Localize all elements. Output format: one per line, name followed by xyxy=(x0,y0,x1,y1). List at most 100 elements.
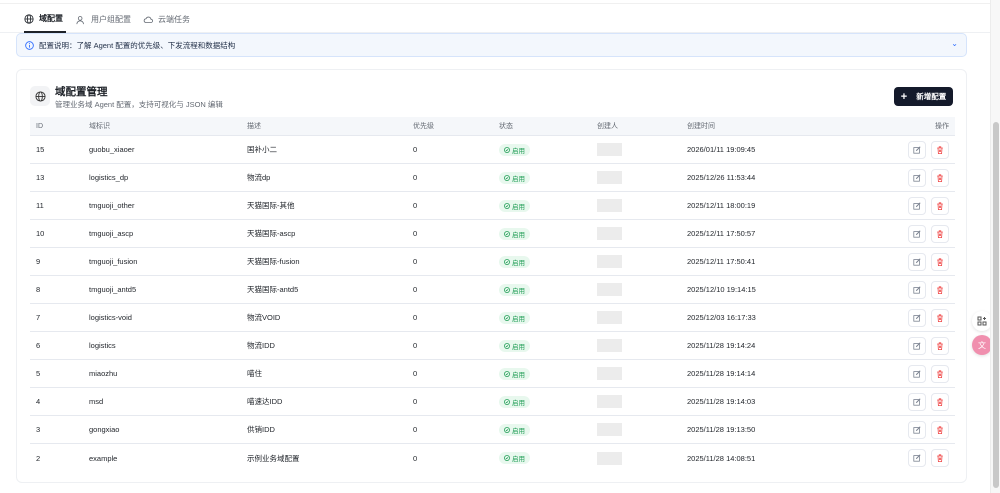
table-row: 8 tmguoji_antd5 天猫国际-antd5 0 启用 2025/12/… xyxy=(30,276,955,304)
edit-icon xyxy=(913,257,921,266)
edit-button[interactable] xyxy=(908,168,926,187)
status-badge: 启用 xyxy=(499,311,530,324)
cell-key: logistics xyxy=(89,341,116,350)
cell-status: 启用 xyxy=(499,388,530,415)
status-label: 启用 xyxy=(512,371,525,379)
trash-icon xyxy=(937,173,943,182)
cell-key: logistics_dp xyxy=(89,173,129,182)
scrollbar-thumb[interactable] xyxy=(993,122,999,488)
cell-key: example xyxy=(89,453,118,463)
edit-button[interactable] xyxy=(908,449,926,467)
delete-button[interactable] xyxy=(931,336,949,355)
trash-icon xyxy=(937,201,943,210)
delete-button[interactable] xyxy=(931,392,949,411)
cell-time: 2025/11/28 19:14:03 xyxy=(687,397,756,406)
delete-button[interactable] xyxy=(931,196,949,215)
translate-fab-button[interactable]: 文 xyxy=(972,335,992,355)
status-label: 启用 xyxy=(512,427,525,435)
redacted-creator xyxy=(597,451,622,465)
cell-ops xyxy=(903,192,949,219)
trash-icon xyxy=(937,369,943,378)
delete-button[interactable] xyxy=(931,224,949,243)
status-label: 启用 xyxy=(512,287,525,295)
check-circle-icon xyxy=(504,342,510,349)
cell-time: 2025/11/28 19:13:50 xyxy=(687,425,756,434)
trash-icon xyxy=(937,285,943,294)
plus-icon: + xyxy=(900,90,908,103)
cell-creator xyxy=(597,332,622,359)
cell-time: 2025/11/28 19:14:24 xyxy=(687,341,756,350)
delete-button[interactable] xyxy=(931,140,949,159)
redacted-creator xyxy=(597,339,622,352)
header-priority: 优先级 xyxy=(413,123,434,130)
trash-icon xyxy=(937,454,943,462)
cell-creator xyxy=(597,220,622,247)
check-circle-icon xyxy=(504,426,510,433)
add-config-label: 新增配置 xyxy=(916,92,947,101)
tab-label: 云端任务 xyxy=(158,15,190,24)
chevron-down-icon[interactable]: ⌄ xyxy=(951,39,958,48)
delete-button[interactable] xyxy=(931,420,949,439)
edit-button[interactable] xyxy=(908,336,926,355)
cell-desc: 天猫国际-其他 xyxy=(247,201,295,210)
check-circle-icon xyxy=(504,286,510,293)
cell-ops xyxy=(903,416,949,443)
tab-cloud-tasks[interactable]: 云端任务 xyxy=(143,6,190,33)
delete-button[interactable] xyxy=(931,364,949,383)
cell-desc: 物流dp xyxy=(247,173,271,182)
users-icon xyxy=(76,15,84,24)
cell-id: 11 xyxy=(36,201,44,210)
cell-creator xyxy=(597,416,622,443)
header-ops: 操作 xyxy=(935,123,949,130)
grid-icon xyxy=(977,316,987,326)
check-circle-icon xyxy=(504,174,510,181)
edit-icon xyxy=(913,173,921,182)
cell-priority: 0 xyxy=(413,397,418,406)
status-badge: 启用 xyxy=(499,171,530,184)
status-label: 启用 xyxy=(512,456,525,463)
table-row: 4 msd 喵速达IDD 0 启用 2025/11/28 19:14:03 xyxy=(30,388,955,416)
edit-button[interactable] xyxy=(908,280,926,299)
add-config-button[interactable]: + 新增配置 xyxy=(894,87,953,106)
cell-priority: 0 xyxy=(413,173,418,182)
cell-ops xyxy=(903,360,949,387)
check-circle-icon xyxy=(504,230,510,237)
delete-button[interactable] xyxy=(931,252,949,271)
table-row: 2 example 示例业务域配置 0 启用 2025/11/28 14:08:… xyxy=(30,444,955,472)
header-status: 状态 xyxy=(499,123,513,130)
cell-key: guobu_xiaoer xyxy=(89,145,135,154)
table-row: 15 guobu_xiaoer 国补小二 0 启用 2026/01/11 19:… xyxy=(30,136,955,164)
config-info-banner[interactable]: 配置说明：了解 Agent 配置的优先级、下发流程和数据结构 ⌄ xyxy=(16,33,967,57)
cell-status: 启用 xyxy=(499,220,530,247)
edit-button[interactable] xyxy=(908,252,926,271)
apps-fab-button[interactable] xyxy=(972,311,992,331)
table-row: 9 tmguoji_fusion 天猫国际-fusion 0 启用 2025/1… xyxy=(30,248,955,276)
trash-icon xyxy=(937,397,943,406)
delete-button[interactable] xyxy=(931,308,949,327)
delete-button[interactable] xyxy=(931,280,949,299)
delete-button[interactable] xyxy=(931,449,949,467)
cell-priority: 0 xyxy=(413,341,418,350)
domain-config-card: 域配置管理 管理业务域 Agent 配置，支持可视化与 JSON 编辑 + 新增配… xyxy=(16,69,967,483)
trash-icon xyxy=(937,145,943,154)
delete-button[interactable] xyxy=(931,168,949,187)
check-circle-icon xyxy=(504,314,510,321)
scrollbar[interactable] xyxy=(990,0,1000,493)
tab-user-group-config[interactable]: 用户组配置 xyxy=(76,6,131,33)
status-badge: 启用 xyxy=(499,339,530,352)
check-circle-icon xyxy=(504,455,510,461)
cell-desc: 示例业务域配置 xyxy=(247,453,300,463)
cell-time: 2025/12/03 16:17:33 xyxy=(687,313,756,322)
tab-domain-config[interactable]: 域配置 xyxy=(24,6,66,33)
cell-creator xyxy=(597,360,622,387)
edit-button[interactable] xyxy=(908,364,926,383)
edit-button[interactable] xyxy=(908,392,926,411)
edit-button[interactable] xyxy=(908,420,926,439)
card-title: 域配置管理 xyxy=(55,86,108,98)
edit-button[interactable] xyxy=(908,140,926,159)
edit-button[interactable] xyxy=(908,196,926,215)
table-row: 7 logistics-void 物流VOID 0 启用 2025/12/03 … xyxy=(30,304,955,332)
cell-desc: 天猫国际-ascp xyxy=(247,229,296,238)
edit-button[interactable] xyxy=(908,224,926,243)
edit-button[interactable] xyxy=(908,308,926,327)
